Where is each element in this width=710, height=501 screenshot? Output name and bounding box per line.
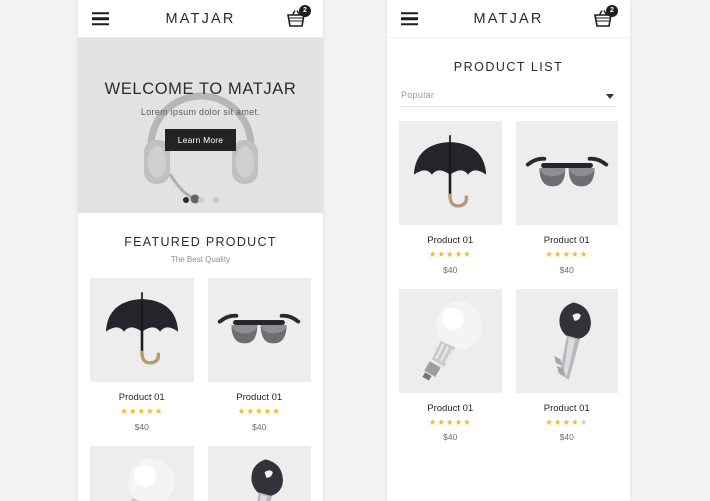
sort-selected-value: Popular — [401, 90, 435, 100]
star-1: ★ — [545, 249, 554, 259]
shopping-basket-icon[interactable]: 2 — [592, 4, 618, 30]
carousel-dot-2[interactable] — [197, 197, 204, 203]
carousel-dot-1[interactable] — [182, 197, 189, 203]
top-bar-right: MATJAR 2 — [387, 0, 630, 38]
product-thumbnail[interactable] — [207, 278, 311, 382]
star-5: ★ — [579, 416, 589, 427]
star-5: ★ — [272, 406, 281, 416]
product-card[interactable]: Product 01 ★★★★★ $40 — [90, 278, 194, 432]
product-card[interactable]: Product 01 ★★★★★ $40 — [90, 445, 194, 501]
star-5: ★ — [579, 249, 589, 259]
product-rating: ★★★★★ — [208, 407, 312, 416]
star-4: ★ — [571, 249, 580, 259]
star-1: ★ — [120, 406, 129, 416]
umbrella-image — [414, 134, 487, 208]
sunglasses-image — [525, 156, 608, 187]
product-name: Product 01 — [543, 402, 590, 414]
product-thumbnail[interactable] — [399, 288, 502, 393]
product-rating: ★★★★★ — [516, 250, 619, 259]
shopping-basket-icon[interactable]: 2 — [285, 4, 311, 30]
hamburger-icon[interactable] — [401, 11, 418, 26]
product-name: Product 01 — [427, 235, 474, 246]
top-bar-left: MATJAR 2 — [78, 0, 323, 38]
lightbulb-image — [422, 300, 483, 381]
carousel-dot-3[interactable] — [212, 197, 219, 203]
featured-product-grid: Product 01 ★★★★★ $40 Product 01 ★★★★★ $4… — [78, 278, 323, 501]
star-4: ★ — [454, 249, 464, 259]
product-thumbnail[interactable] — [399, 121, 502, 225]
product-thumbnail[interactable] — [515, 288, 618, 393]
product-price: $40 — [443, 264, 458, 275]
product-card[interactable]: Product 01 ★★★★★ $40 — [515, 288, 619, 442]
lightbulb-image — [127, 457, 174, 501]
key-image — [553, 301, 591, 380]
carousel-dots[interactable] — [182, 197, 219, 203]
featured-subtitle: The Best Quality — [170, 255, 231, 264]
phone-screen-home: MATJAR 2 WELCOME TO MATJAR Lorem ipsum d… — [78, 0, 323, 501]
brand-title: MATJAR — [473, 10, 544, 27]
product-price: $40 — [559, 432, 574, 442]
featured-section-header: FEATURED PRODUCT The Best Quality — [78, 213, 323, 278]
star-4: ★ — [571, 416, 580, 427]
star-3: ★ — [137, 406, 147, 416]
product-card[interactable]: Product 01 ★★★★★ $40 — [207, 445, 311, 501]
hero-title: WELCOME TO MATJAR — [104, 80, 297, 98]
star-3: ★ — [254, 406, 264, 416]
product-rating: ★★★★★ — [399, 416, 502, 427]
umbrella-image — [105, 291, 178, 365]
product-thumbnail[interactable] — [90, 278, 194, 382]
star-5: ★ — [463, 249, 472, 259]
star-3: ★ — [445, 416, 455, 427]
product-thumbnail[interactable] — [515, 121, 618, 225]
product-rating: ★★★★★ — [399, 250, 502, 259]
product-name: Product 01 — [543, 235, 590, 246]
product-name: Product 01 — [236, 392, 283, 403]
page-title: PRODUCT LIST — [387, 38, 630, 90]
star-5: ★ — [463, 416, 472, 427]
phone-screen-product-list: MATJAR 2 PRODUCT LIST Popular Product 01 — [387, 0, 630, 501]
screenshot-stage: MATJAR 2 WELCOME TO MATJAR Lorem ipsum d… — [0, 0, 710, 501]
star-1: ★ — [545, 416, 554, 427]
hero-subtitle: Lorem ipsum dolor sit amet. — [140, 107, 261, 117]
star-5: ★ — [154, 406, 164, 416]
learn-more-button[interactable]: Learn More — [164, 129, 237, 151]
star-4: ★ — [454, 416, 464, 427]
star-3: ★ — [445, 249, 455, 259]
featured-title: FEATURED PRODUCT — [124, 235, 277, 249]
star-2: ★ — [246, 406, 255, 416]
product-name: Product 01 — [118, 392, 165, 403]
product-card[interactable]: Product 01 ★★★★★ $40 — [515, 121, 619, 275]
product-thumbnail[interactable] — [90, 445, 194, 501]
product-name: Product 01 — [427, 402, 474, 414]
sort-dropdown[interactable]: Popular — [401, 90, 616, 107]
product-rating: ★★★★★ — [516, 416, 619, 427]
product-rating: ★★★★★ — [90, 407, 194, 416]
product-price: $40 — [252, 421, 267, 432]
key-image — [251, 458, 284, 501]
star-4: ★ — [263, 406, 273, 416]
hamburger-icon[interactable] — [92, 11, 109, 26]
product-price: $40 — [559, 264, 574, 275]
product-card[interactable]: Product 01 ★★★★★ $40 — [399, 121, 502, 275]
product-card[interactable]: Product 01 ★★★★★ $40 — [207, 278, 312, 432]
product-price: $40 — [134, 421, 149, 432]
star-3: ★ — [562, 249, 572, 259]
cart-count-badge: 2 — [299, 4, 311, 17]
star-3: ★ — [562, 416, 572, 427]
hero-content: WELCOME TO MATJAR Lorem ipsum dolor sit … — [78, 38, 323, 151]
sunglasses-image — [218, 313, 301, 344]
star-4: ★ — [146, 406, 155, 416]
chevron-down-icon — [606, 94, 614, 99]
hero-carousel[interactable]: WELCOME TO MATJAR Lorem ipsum dolor sit … — [78, 38, 323, 213]
product-list-grid: Product 01 ★★★★★ $40 Product 01 ★★★★★ $4… — [387, 121, 630, 456]
star-2: ★ — [437, 249, 446, 259]
star-2: ★ — [437, 416, 446, 427]
product-card[interactable]: Product 01 ★★★★★ $40 — [399, 288, 502, 442]
cart-count-badge: 2 — [606, 4, 618, 17]
product-thumbnail[interactable] — [207, 445, 311, 501]
brand-title: MATJAR — [165, 10, 236, 27]
product-price: $40 — [443, 432, 458, 442]
